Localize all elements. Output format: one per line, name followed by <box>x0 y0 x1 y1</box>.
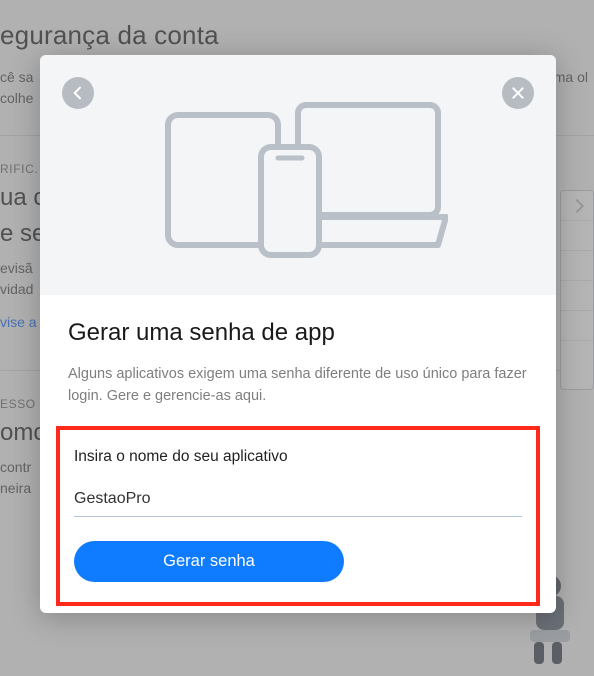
app-name-input[interactable] <box>74 484 522 517</box>
devices-illustration-icon <box>148 85 448 265</box>
modal-body: Gerar uma senha de app Alguns aplicativo… <box>40 295 556 613</box>
modal-hero <box>40 55 556 295</box>
app-password-modal: Gerar uma senha de app Alguns aplicativo… <box>40 55 556 613</box>
back-button[interactable] <box>62 77 94 109</box>
close-button[interactable] <box>502 77 534 109</box>
modal-title: Gerar uma senha de app <box>68 319 528 347</box>
form-highlight-box: Insira o nome do seu aplicativo Gerar se… <box>56 426 540 606</box>
generate-password-button[interactable]: Gerar senha <box>74 541 344 582</box>
app-name-label: Insira o nome do seu aplicativo <box>74 448 522 466</box>
modal-description: Alguns aplicativos exigem uma senha dife… <box>68 363 528 408</box>
chevron-left-icon <box>70 85 86 101</box>
close-icon <box>510 85 526 101</box>
